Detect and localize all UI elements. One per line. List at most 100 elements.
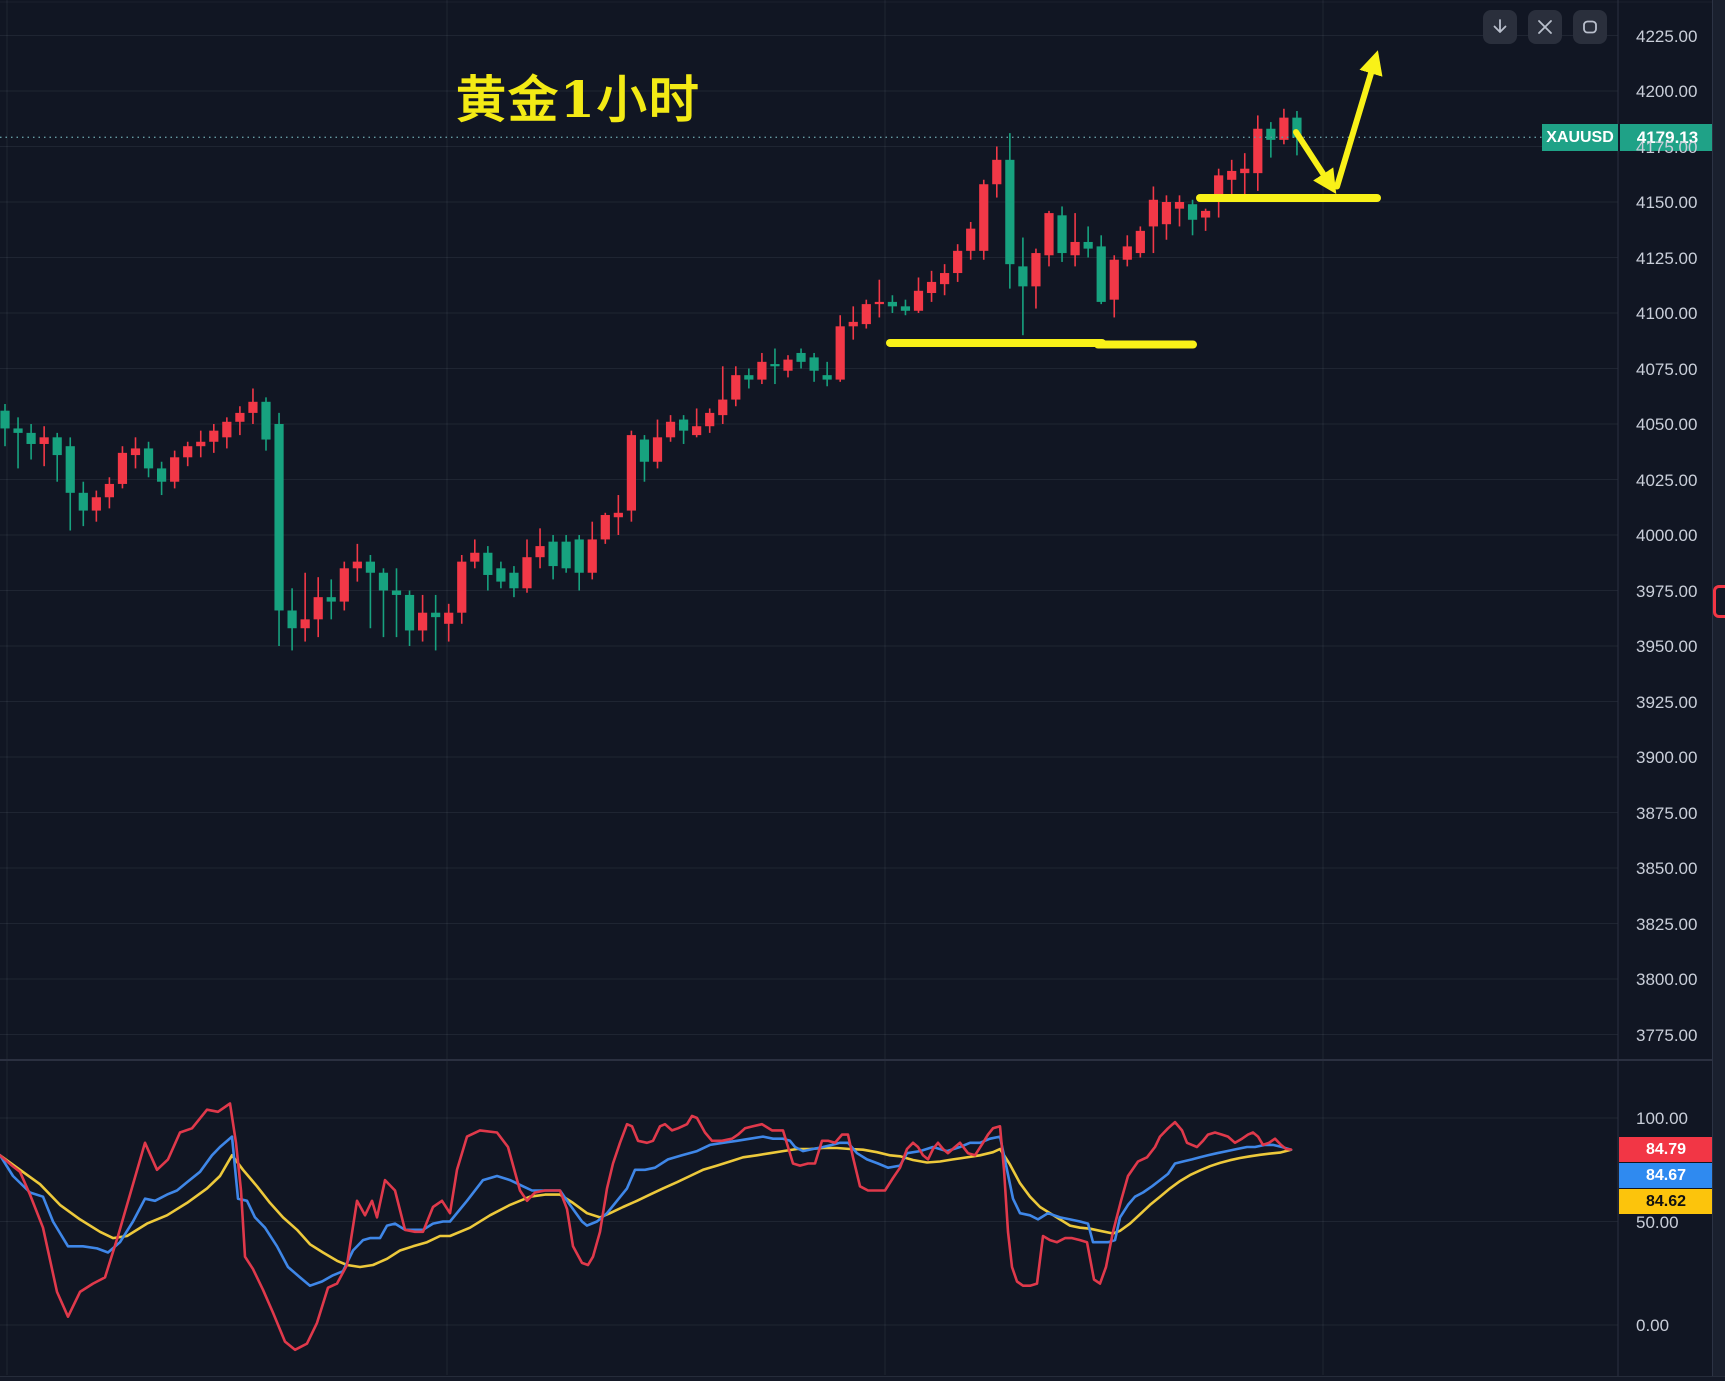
price-axis-label: 4200.00 xyxy=(1636,82,1721,101)
candle-body xyxy=(849,322,858,326)
candle-body xyxy=(549,542,558,566)
price-axis-label: 4225.00 xyxy=(1636,27,1721,46)
candle-body xyxy=(653,437,662,461)
candle-body xyxy=(131,448,140,455)
kdj-value-tag-yellow: 84.62 xyxy=(1619,1189,1713,1214)
candle-body xyxy=(431,613,440,617)
scroll-to-recent-button[interactable] xyxy=(1483,10,1517,44)
candle-body xyxy=(783,360,792,371)
indicator-lines-layer xyxy=(0,1104,1291,1350)
candle-body xyxy=(366,562,375,573)
candle-body xyxy=(862,304,871,324)
candle-body xyxy=(810,357,819,370)
candle-body xyxy=(888,302,897,306)
candle-body xyxy=(222,422,231,438)
candle-body xyxy=(105,484,114,497)
price-axis-label: 4175.00 xyxy=(1636,138,1721,157)
arrow-down-icon xyxy=(1490,17,1510,37)
price-axis-label: 3775.00 xyxy=(1636,1026,1721,1045)
candle-body xyxy=(235,413,244,422)
price-axis-label: 4075.00 xyxy=(1636,360,1721,379)
candle-body xyxy=(444,613,453,624)
candle-body xyxy=(66,446,75,493)
candle-body xyxy=(705,413,714,426)
candle-body xyxy=(13,428,22,432)
kdj-line-K xyxy=(0,1137,1291,1286)
candle-body xyxy=(1149,200,1158,227)
restore-pane-button[interactable] xyxy=(1528,10,1562,44)
candle-body xyxy=(823,375,832,379)
price-axis-label: 3800.00 xyxy=(1636,970,1721,989)
candle-body xyxy=(666,422,675,438)
yellow-drawings-layer[interactable] xyxy=(890,67,1377,345)
candle-body xyxy=(209,431,218,442)
candle-body xyxy=(640,440,649,462)
candle-body xyxy=(953,251,962,273)
candles-layer xyxy=(0,109,1542,651)
candle-body xyxy=(1031,253,1040,286)
candle-body xyxy=(875,302,884,304)
candle-body xyxy=(457,562,466,613)
candle-body xyxy=(1005,160,1014,264)
candle-body xyxy=(535,546,544,557)
candle-body xyxy=(27,433,36,444)
candle-body xyxy=(261,402,270,440)
candle-body xyxy=(718,400,727,416)
maximize-pane-button[interactable] xyxy=(1573,10,1607,44)
trading-chart-window: 黄金1小时 XAUUSD 4179.13 84.79 84.67 84.62 4… xyxy=(0,0,1725,1381)
candle-body xyxy=(248,402,257,413)
candle-body xyxy=(483,553,492,575)
candle-body xyxy=(340,568,349,601)
candle-body xyxy=(92,497,101,510)
pullback-down-arrow xyxy=(1296,132,1327,180)
candlestick-chart-canvas[interactable] xyxy=(0,0,1725,1381)
candle-body xyxy=(679,420,688,431)
candle-body xyxy=(601,515,610,539)
collapse-icon xyxy=(1535,17,1555,37)
price-axis-label: 4100.00 xyxy=(1636,304,1721,323)
maximize-icon xyxy=(1580,17,1600,37)
candle-body xyxy=(353,562,362,569)
indicator-axis-label: 0.00 xyxy=(1636,1316,1721,1335)
price-axis-label: 3900.00 xyxy=(1636,748,1721,767)
price-axis-label: 3825.00 xyxy=(1636,915,1721,934)
grid-lines xyxy=(0,0,1725,1381)
candle-body xyxy=(1018,266,1027,286)
bounce-up-arrow xyxy=(1337,67,1373,187)
candle-body xyxy=(1240,169,1249,173)
price-axis-label: 4000.00 xyxy=(1636,526,1721,545)
candle-body xyxy=(1266,129,1275,140)
candle-body xyxy=(1084,242,1093,249)
candle-body xyxy=(496,568,505,581)
price-axis-label: 4025.00 xyxy=(1636,471,1721,490)
candle-body xyxy=(1097,246,1106,302)
kdj-value-tag-red: 84.79 xyxy=(1619,1137,1713,1162)
candle-body xyxy=(940,273,949,284)
symbol-name: XAUUSD xyxy=(1542,124,1620,151)
candle-body xyxy=(327,597,336,601)
candle-body xyxy=(836,326,845,379)
candle-body xyxy=(744,375,753,379)
candle-body xyxy=(1110,260,1119,300)
candle-body xyxy=(314,597,323,619)
bottom-pane-border xyxy=(0,1376,1725,1381)
indicator-axis-label: 100.00 xyxy=(1636,1109,1721,1128)
price-axis-label: 4050.00 xyxy=(1636,415,1721,434)
candle-body xyxy=(1057,215,1066,253)
candle-body xyxy=(562,542,571,569)
price-axis-label: 4150.00 xyxy=(1636,193,1721,212)
price-axis-label: 3875.00 xyxy=(1636,804,1721,823)
price-axis-label: 3850.00 xyxy=(1636,859,1721,878)
candle-body xyxy=(274,424,283,610)
candle-body xyxy=(53,437,62,455)
candle-body xyxy=(183,446,192,457)
candle-body xyxy=(692,426,701,435)
price-axis-label: 3950.00 xyxy=(1636,637,1721,656)
candle-body xyxy=(1175,202,1184,209)
candle-body xyxy=(1044,213,1053,255)
candle-body xyxy=(170,457,179,481)
candle-body xyxy=(614,513,623,517)
pane-toolbar xyxy=(1483,10,1607,44)
candle-body xyxy=(1227,171,1236,180)
candle-body xyxy=(405,595,414,631)
